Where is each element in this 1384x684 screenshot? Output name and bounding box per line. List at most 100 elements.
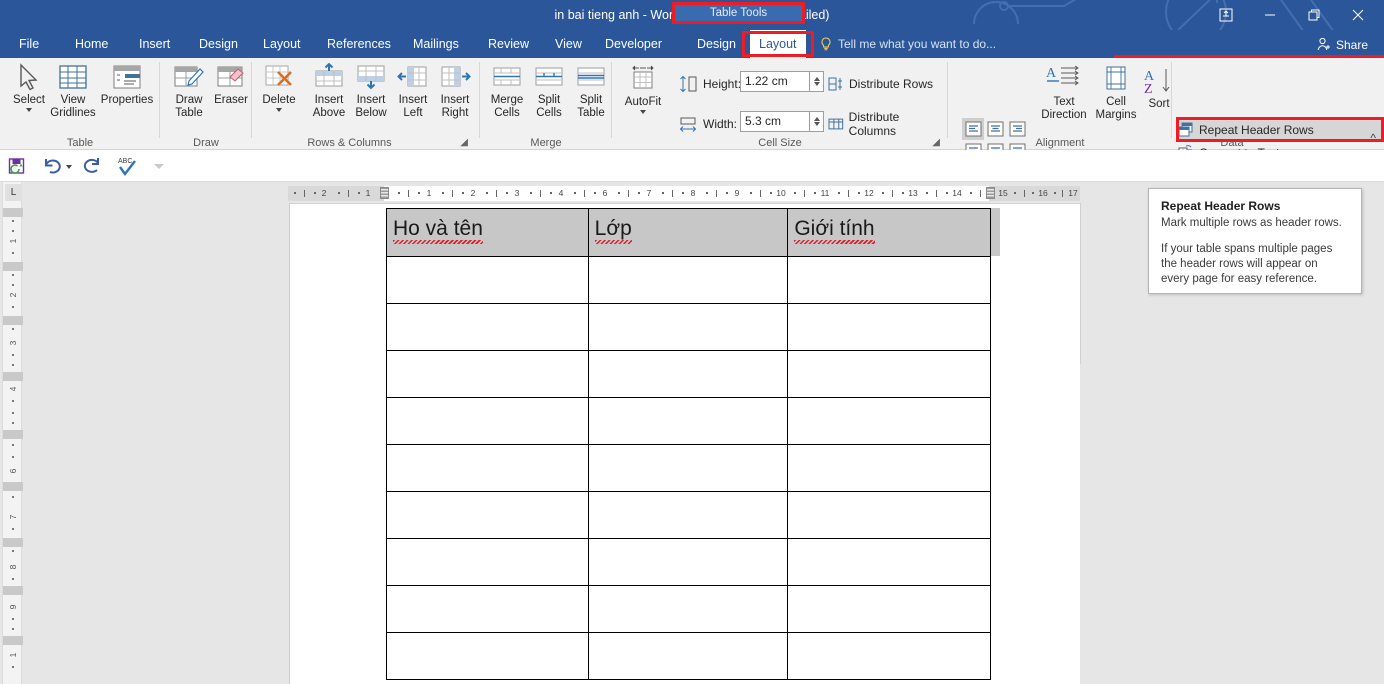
autofit-button[interactable]: AutoFit — [616, 62, 670, 114]
horizontal-ruler[interactable]: 2 1 1 2 3 4 6 7 8 9 10 11 12 13 14 15 16… — [288, 186, 1080, 201]
align-top-center-button[interactable] — [984, 118, 1006, 140]
table-header-cell[interactable]: Giới tính — [787, 208, 991, 257]
align-top-right-button[interactable] — [1006, 118, 1028, 140]
table-cell[interactable] — [587, 632, 789, 680]
distribute-columns-icon — [828, 118, 844, 130]
hruler-label: 17 — [1068, 188, 1078, 198]
properties-button[interactable]: Properties — [96, 60, 158, 107]
redo-button[interactable] — [82, 154, 102, 178]
table-cell[interactable] — [787, 350, 991, 398]
document-table[interactable]: Ho và tên Lớp Giới tính — [386, 208, 991, 680]
restore-icon[interactable] — [1292, 0, 1336, 30]
tab-file[interactable]: File — [10, 30, 48, 58]
table-row[interactable] — [386, 632, 991, 680]
document-page[interactable]: Ho và tên Lớp Giới tính — [290, 204, 1080, 684]
share-button[interactable]: Share — [1313, 34, 1374, 55]
view-gridlines-button[interactable]: View Gridlines — [46, 60, 100, 120]
tab-design[interactable]: Design — [190, 30, 247, 58]
customize-qat-button[interactable] — [152, 154, 166, 178]
tab-review[interactable]: Review — [479, 30, 538, 58]
table-cell[interactable] — [386, 350, 589, 398]
tab-table-design[interactable]: Design — [688, 30, 745, 58]
table-row[interactable] — [386, 444, 991, 492]
left-indent-marker[interactable] — [380, 187, 389, 199]
table-cell[interactable] — [787, 585, 991, 633]
vruler-label: 6 — [8, 468, 18, 474]
table-row[interactable] — [386, 256, 991, 304]
table-row[interactable] — [386, 397, 991, 445]
table-row[interactable] — [386, 350, 991, 398]
table-cell[interactable] — [587, 444, 789, 492]
table-cell[interactable] — [787, 397, 991, 445]
table-cell[interactable] — [587, 397, 789, 445]
ribbon-display-options-icon[interactable] — [1204, 0, 1248, 30]
table-cell[interactable] — [386, 491, 589, 539]
table-cell[interactable] — [587, 538, 789, 586]
undo-dropdown-icon[interactable] — [66, 164, 72, 169]
split-table-button[interactable]: Split Table — [564, 60, 618, 120]
tab-insert[interactable]: Insert — [130, 30, 179, 58]
text-direction-button[interactable]: A Text Direction — [1038, 62, 1090, 122]
table-cell[interactable] — [386, 632, 589, 680]
cell-size-dialog-launcher[interactable]: ◢ — [932, 137, 940, 148]
tab-home[interactable]: Home — [66, 30, 117, 58]
table-header-cell[interactable]: Lớp — [587, 208, 789, 257]
table-cell[interactable] — [386, 585, 589, 633]
table-cell[interactable] — [386, 444, 589, 492]
tab-references[interactable]: References — [318, 30, 400, 58]
table-cell[interactable] — [587, 350, 789, 398]
minimize-icon[interactable] — [1248, 0, 1292, 30]
table-header-row[interactable]: Ho và tên Lớp Giới tính — [386, 208, 991, 257]
column-width-control: Width: — [678, 114, 737, 134]
table-cell[interactable] — [587, 303, 789, 351]
table-row[interactable] — [386, 538, 991, 586]
chevron-down-icon[interactable] — [26, 108, 32, 112]
tab-layout[interactable]: Layout — [254, 30, 310, 58]
delete-button[interactable]: Delete — [252, 60, 306, 112]
table-row[interactable] — [386, 491, 991, 539]
right-indent-marker[interactable] — [986, 187, 995, 199]
table-cell[interactable] — [587, 491, 789, 539]
chevron-down-icon[interactable] — [640, 110, 646, 114]
table-cell[interactable] — [787, 303, 991, 351]
row-height-input[interactable]: 1.22 cm — [740, 71, 810, 92]
table-row[interactable] — [386, 585, 991, 633]
tab-view[interactable]: View — [546, 30, 591, 58]
table-cell[interactable] — [386, 397, 589, 445]
spelling-grammar-button[interactable]: ABC — [116, 154, 138, 178]
align-top-left-button[interactable] — [962, 118, 984, 140]
distribute-columns-button[interactable]: Distribute Columns — [828, 110, 948, 138]
distribute-rows-button[interactable]: Distribute Rows — [828, 74, 933, 94]
save-button[interactable] — [8, 154, 27, 178]
table-cell[interactable] — [787, 444, 991, 492]
table-cell[interactable] — [787, 256, 991, 304]
chevron-down-icon[interactable] — [276, 108, 282, 112]
table-row[interactable] — [386, 303, 991, 351]
table-header-cell[interactable]: Ho và tên — [386, 208, 589, 257]
column-width-stepper[interactable] — [810, 111, 824, 132]
undo-button[interactable] — [42, 154, 72, 178]
table-cell[interactable] — [386, 538, 589, 586]
table-cell[interactable] — [787, 491, 991, 539]
vertical-ruler[interactable]: L 1 2 3 4 6 7 8 9 1 — [2, 182, 23, 684]
insert-right-button[interactable]: Insert Right — [428, 60, 482, 120]
eraser-button[interactable]: Eraser — [204, 60, 258, 107]
table-cell[interactable] — [787, 538, 991, 586]
sort-button[interactable]: AZ Sort — [1136, 64, 1182, 111]
row-height-stepper[interactable] — [810, 71, 824, 92]
table-cell[interactable] — [787, 632, 991, 680]
close-icon[interactable] — [1336, 0, 1380, 30]
tab-stop-selector[interactable]: L — [5, 184, 22, 201]
tell-me-input[interactable]: Tell me what you want to do... — [838, 30, 996, 58]
distribute-rows-icon — [828, 77, 842, 91]
column-width-input[interactable]: 5.3 cm — [740, 111, 810, 132]
tab-developer[interactable]: Developer — [596, 30, 671, 58]
table-cell[interactable] — [386, 303, 589, 351]
collapse-ribbon-icon[interactable]: ^ — [1370, 131, 1376, 145]
cell-margins-button[interactable]: Cell Margins — [1090, 62, 1142, 122]
tab-mailings[interactable]: Mailings — [404, 30, 468, 58]
table-cell[interactable] — [386, 256, 589, 304]
table-cell[interactable] — [587, 585, 789, 633]
rows-columns-dialog-launcher[interactable]: ◢ — [460, 137, 468, 148]
table-cell[interactable] — [587, 256, 789, 304]
